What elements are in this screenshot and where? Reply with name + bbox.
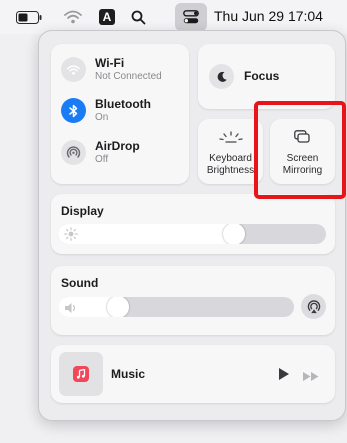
- focus-button[interactable]: Focus: [198, 44, 335, 109]
- wifi-toggle[interactable]: Wi-Fi Not Connected: [61, 57, 162, 82]
- wifi-title: Wi-Fi: [95, 56, 125, 71]
- sound-module: Sound: [51, 266, 335, 335]
- bluetooth-toggle[interactable]: Bluetooth On: [61, 98, 151, 123]
- spotlight-search-icon[interactable]: [123, 0, 153, 34]
- display-label: Display: [61, 204, 104, 218]
- music-module[interactable]: Music: [51, 345, 335, 403]
- music-app-icon: [73, 366, 89, 382]
- screen-mirroring-highlight: [254, 101, 346, 199]
- display-slider-fill: [58, 224, 245, 244]
- keyboard-brightness-icon: [219, 130, 243, 148]
- network-module: Wi-Fi Not Connected Bluetooth On AirDrop…: [51, 44, 189, 184]
- sound-volume-slider[interactable]: [58, 297, 294, 317]
- sound-slider-knob[interactable]: [107, 297, 129, 317]
- display-slider-knob[interactable]: [223, 224, 245, 244]
- menu-bar: A Thu Jun 29 17:04: [0, 0, 347, 34]
- airdrop-title: AirDrop: [95, 139, 140, 154]
- music-artwork: [59, 352, 103, 396]
- moon-icon: [209, 64, 234, 89]
- airdrop-toggle[interactable]: AirDrop Off: [61, 140, 140, 165]
- sun-icon: [64, 227, 78, 244]
- music-label: Music: [111, 367, 146, 381]
- airdrop-status: Off: [95, 153, 109, 165]
- play-icon[interactable]: [278, 367, 290, 386]
- airdrop-icon: [61, 140, 86, 165]
- bluetooth-title: Bluetooth: [95, 97, 151, 112]
- menu-bar-clock[interactable]: Thu Jun 29 17:04: [214, 8, 323, 24]
- sound-label: Sound: [61, 276, 99, 290]
- bluetooth-status: On: [95, 111, 109, 123]
- wifi-icon[interactable]: [56, 0, 90, 34]
- fast-forward-icon[interactable]: [302, 369, 320, 387]
- battery-icon[interactable]: [10, 0, 48, 34]
- input-source-a-icon[interactable]: A: [92, 0, 122, 34]
- speaker-icon: [64, 301, 78, 317]
- focus-label: Focus: [244, 69, 280, 83]
- wifi-status: Not Connected: [95, 70, 162, 82]
- display-brightness-slider[interactable]: [58, 224, 326, 244]
- bluetooth-icon: [61, 98, 86, 123]
- airplay-audio-icon[interactable]: [301, 294, 326, 319]
- wifi-circle-icon: [61, 57, 86, 82]
- control-center-icon[interactable]: [175, 3, 207, 31]
- display-module: Display: [51, 194, 335, 254]
- input-source-letter: A: [99, 9, 115, 25]
